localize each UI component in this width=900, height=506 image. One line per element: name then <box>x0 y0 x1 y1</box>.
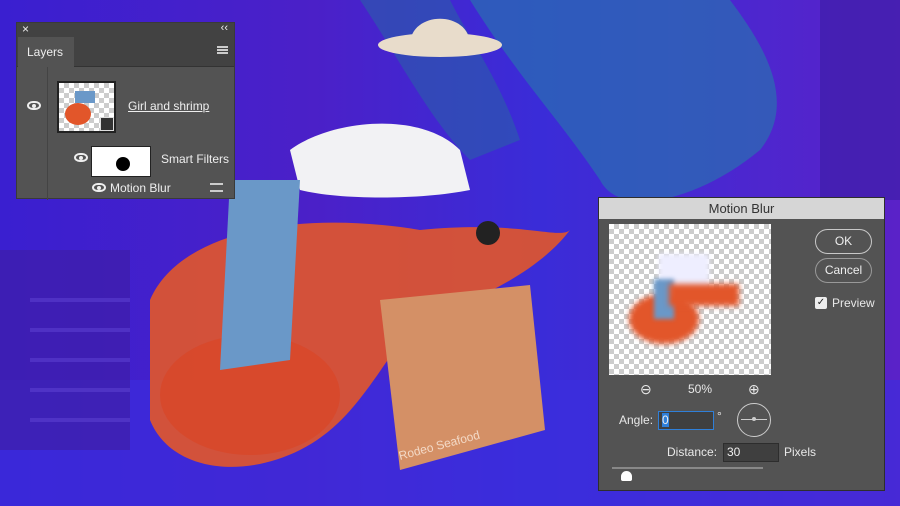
layer-name[interactable]: Girl and shrimp <box>128 99 209 113</box>
zoom-out-icon[interactable]: ⊖ <box>640 381 652 398</box>
motion-blur-dialog: Motion Blur OK Cancel ✓ Preview ⊖ 50% ⊕ … <box>598 197 885 491</box>
angle-input[interactable]: 0 <box>658 411 714 430</box>
zoom-level: 50% <box>688 382 713 396</box>
preview-checkbox[interactable]: ✓ <box>815 297 827 309</box>
visibility-eye-icon[interactable] <box>27 101 41 110</box>
angle-dial[interactable] <box>737 403 771 437</box>
dialog-title: Motion Blur <box>599 198 884 219</box>
filter-preview[interactable] <box>609 224 771 375</box>
distance-input[interactable]: 30 <box>723 443 779 462</box>
ok-button[interactable]: OK <box>815 229 872 254</box>
collapse-panel-button[interactable]: ‹‹ <box>221 22 228 34</box>
angle-label: Angle: <box>619 413 654 427</box>
smart-filters-eye-icon[interactable] <box>74 153 88 162</box>
tab-layers[interactable]: Layers <box>18 37 74 67</box>
smart-object-icon <box>100 117 114 131</box>
distance-unit: Pixels <box>784 445 817 459</box>
filter-blending-options-icon[interactable] <box>210 183 223 192</box>
distance-slider-thumb[interactable] <box>621 471 632 481</box>
preview-label: Preview <box>832 296 875 310</box>
layer-thumbnail[interactable] <box>57 81 116 133</box>
filter-motion-blur[interactable]: Motion Blur <box>110 181 171 195</box>
motion-blur-eye-icon[interactable] <box>92 183 106 192</box>
cancel-button[interactable]: Cancel <box>815 258 872 283</box>
layers-panel: × ‹‹ Layers Girl and shrimp Smart Filter… <box>16 22 235 200</box>
panel-menu-icon[interactable] <box>217 46 228 54</box>
zoom-in-icon[interactable]: ⊕ <box>748 381 760 398</box>
smart-filters-label: Smart Filters <box>161 152 230 166</box>
degree-symbol: ° <box>717 409 722 423</box>
distance-slider-track[interactable] <box>612 467 763 469</box>
distance-label: Distance: <box>667 445 718 459</box>
filter-mask-thumbnail[interactable] <box>91 146 151 177</box>
close-panel-button[interactable]: × <box>22 22 29 36</box>
